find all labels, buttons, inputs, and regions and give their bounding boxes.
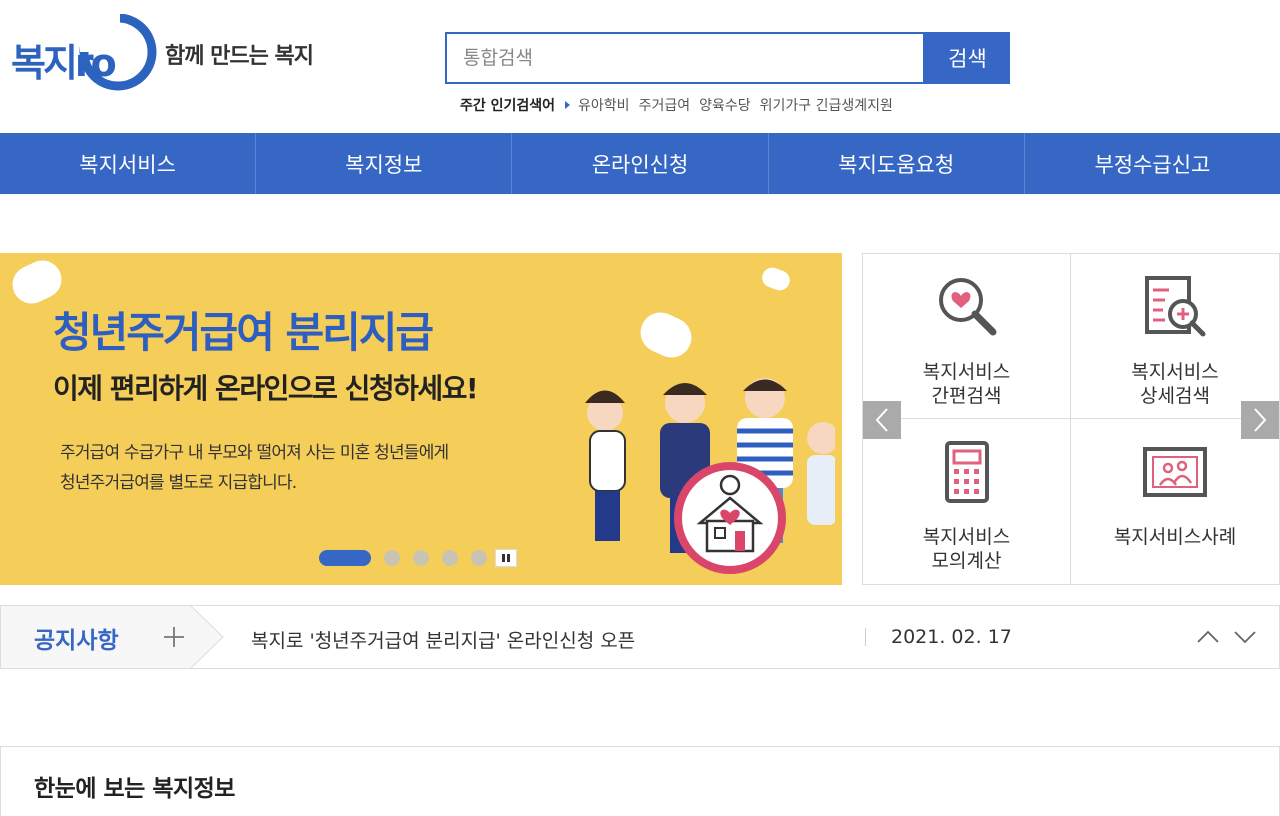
banner-description-line: 주거급여 수급가구 내 부모와 떨어져 사는 미혼 청년들에게 <box>60 443 449 463</box>
popular-keywords: 주간 인기검색어 유아학비 주거급여 양육수당 위기가구 긴급생계지원 <box>460 95 902 115</box>
popular-keyword-link[interactable]: 유아학비 <box>578 95 630 115</box>
slide-dot[interactable] <box>471 550 487 566</box>
young-people-illustration <box>585 378 835 574</box>
calculator-icon <box>945 441 989 503</box>
quick-menu-label: 복지서비스사례 <box>1113 526 1237 548</box>
pause-bar <box>502 554 505 562</box>
magnifier-heart-icon <box>939 278 997 336</box>
cloud-decoration <box>759 264 793 294</box>
welfare-info-section: 한눈에 보는 복지정보 <box>0 746 1280 816</box>
cloud-decoration <box>633 305 699 365</box>
chevron-left-icon <box>875 408 888 432</box>
search-input[interactable] <box>447 34 923 82</box>
notice-date: 2021. 02. 17 <box>891 626 1012 648</box>
slide-dot[interactable] <box>384 550 400 566</box>
quick-menu-label-line: 복지서비스 <box>1131 361 1219 383</box>
notice-link[interactable]: 복지로 '청년주거급여 분리지급' 온라인신청 오픈 <box>251 626 635 653</box>
site-logo[interactable]: 복지ro <box>10 13 160 94</box>
quick-menu-mock-calculation[interactable]: 복지서비스 모의계산 <box>863 419 1071 584</box>
notice-label-box: 공지사항 <box>1 606 191 668</box>
popular-keywords-label: 주간 인기검색어 <box>460 98 556 114</box>
slide-dot-active[interactable] <box>319 550 371 566</box>
notice-label-arrow <box>191 606 224 668</box>
notice-divider <box>865 628 866 646</box>
main-banner[interactable]: 청년주거급여 분리지급 이제 편리하게 온라인으로 신청하세요! 주거급여 수급… <box>0 253 842 585</box>
banner-title: 청년주거급여 분리지급 <box>53 308 434 357</box>
quick-menu-label-line: 상세검색 <box>1140 385 1210 407</box>
picture-people-icon <box>1143 447 1207 497</box>
nav-item-online-application[interactable]: 온라인신청 <box>512 133 769 194</box>
nav-item-welfare-info[interactable]: 복지정보 <box>256 133 513 194</box>
quick-menu-label-line: 복지서비스 <box>922 361 1011 383</box>
quick-menu-next-button[interactable] <box>1241 401 1279 439</box>
quick-menu-label-line: 복지서비스 <box>922 526 1011 548</box>
popular-keyword-link[interactable]: 양육수당 <box>699 95 751 115</box>
popular-keyword-link[interactable]: 주거급여 <box>639 95 691 115</box>
banner-description-line: 청년주거급여를 별도로 지급합니다. <box>60 473 297 493</box>
nav-item-welfare-service[interactable]: 복지서비스 <box>0 133 257 194</box>
plus-icon[interactable] <box>162 625 186 649</box>
quick-menu: 복지서비스 간편검색 복지서비스 상세검색 복지서비스 모의계산 복지서비스사례 <box>862 253 1280 585</box>
site-header: 복지ro 함께 만드는 복지 검색 주간 인기검색어 유아학비 주거급여 양육수… <box>0 0 1280 133</box>
chevron-down-icon[interactable] <box>1230 622 1260 652</box>
nav-item-help-request[interactable]: 복지도움요청 <box>769 133 1025 194</box>
slide-dot[interactable] <box>442 550 458 566</box>
pause-bar <box>507 554 510 562</box>
quick-menu-prev-button[interactable] <box>863 401 901 439</box>
search-box <box>445 32 925 84</box>
slide-dot[interactable] <box>413 550 429 566</box>
document-search-icon <box>1145 276 1206 337</box>
quick-menu-simple-search[interactable]: 복지서비스 간편검색 <box>863 254 1071 419</box>
logo-text: 복지ro <box>11 41 117 85</box>
slide-pagination <box>319 549 517 567</box>
chevron-up-icon[interactable] <box>1193 622 1223 652</box>
search-button[interactable]: 검색 <box>925 32 1010 84</box>
quick-menu-label: 복지서비스 모의계산 <box>863 525 1070 573</box>
quick-menu-case-studies[interactable]: 복지서비스사례 <box>1071 419 1279 584</box>
notice-label: 공지사항 <box>34 628 119 654</box>
chevron-right-icon <box>1254 408 1267 432</box>
popular-keyword-link[interactable]: 위기가구 긴급생계지원 <box>760 95 893 115</box>
quick-menu-label-line: 모의계산 <box>931 550 1002 572</box>
banner-subtitle: 이제 편리하게 온라인으로 신청하세요! <box>53 372 479 405</box>
logo-tagline: 함께 만드는 복지 <box>165 44 314 69</box>
section-title: 한눈에 보는 복지정보 <box>34 776 235 802</box>
main-nav: 복지서비스 복지정보 온라인신청 복지도움요청 부정수급신고 <box>0 133 1280 194</box>
banner-description: 주거급여 수급가구 내 부모와 떨어져 사는 미혼 청년들에게 청년주거급여를 … <box>60 438 580 498</box>
quick-menu-label-line: 간편검색 <box>931 385 1002 407</box>
triangle-right-icon <box>565 101 571 109</box>
notice-bar: 공지사항 복지로 '청년주거급여 분리지급' 온라인신청 오픈 2021. 02… <box>0 605 1280 669</box>
nav-item-fraud-report[interactable]: 부정수급신고 <box>1025 133 1280 194</box>
pause-button[interactable] <box>495 549 517 567</box>
quick-menu-detailed-search[interactable]: 복지서비스 상세검색 <box>1071 254 1279 419</box>
